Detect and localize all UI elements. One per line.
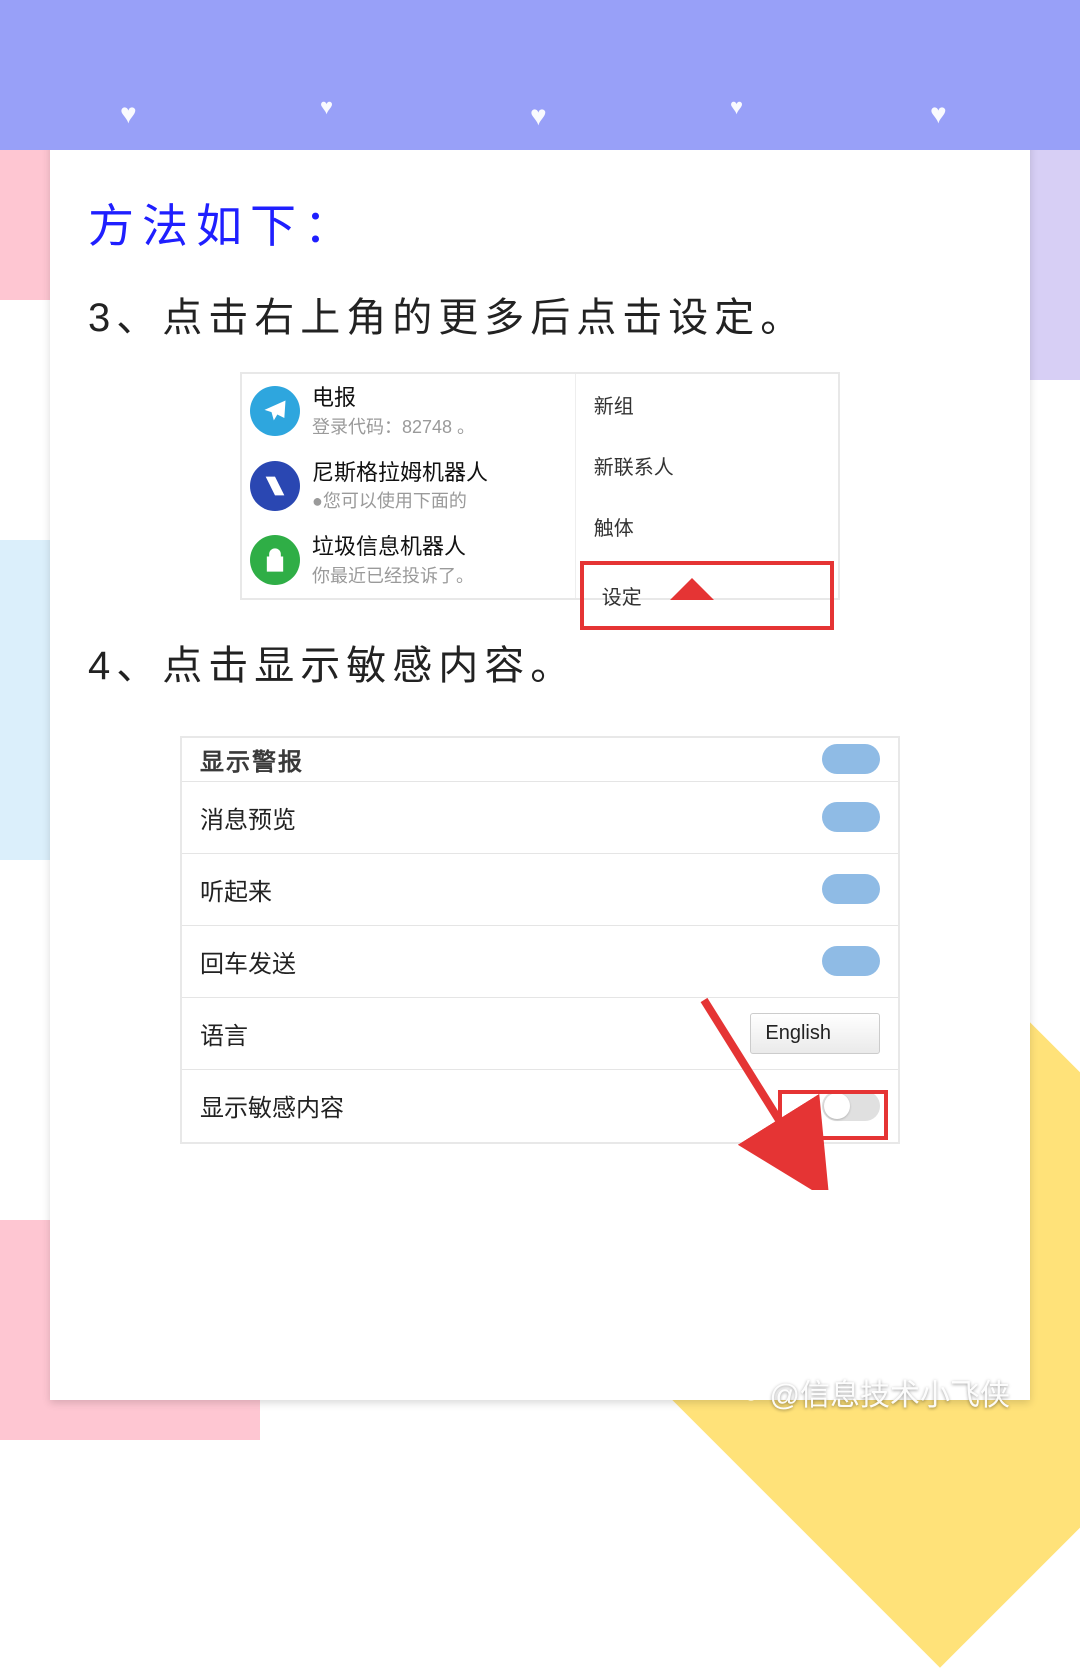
chat-item[interactable]: 电报 登录代码：82748 。 [242, 374, 575, 449]
chat-subtitle: 登录代码：82748 。 [312, 413, 475, 439]
heart-icon: ♥ [530, 100, 547, 132]
settings-label: 听起来 [200, 872, 272, 907]
dropdown-menu: 新组 新联系人 触体 设定 [576, 374, 838, 598]
screenshot-settings: 显示警报 消息预览 听起来 回车发送 语言 English 显示敏感内容 [180, 736, 900, 1144]
toggle-sound[interactable] [822, 874, 880, 904]
settings-label: 显示警报 [200, 742, 304, 777]
heart-icon: ♥ [120, 98, 137, 130]
settings-row-enter-send: 回车发送 [182, 926, 898, 998]
settings-row-preview: 消息预览 [182, 782, 898, 854]
bot-icon [250, 461, 300, 511]
telegram-icon [250, 386, 300, 436]
settings-label: 消息预览 [200, 800, 296, 835]
chat-subtitle: ●您可以使用下面的 [312, 487, 488, 513]
notebook-binding: ♥ ♥ ♥ ♥ ♥ [0, 0, 1080, 150]
step-3-text: 3、点击右上角的更多后点击设定。 [88, 288, 992, 348]
toggle-alerts[interactable] [822, 744, 880, 774]
chat-title: 电报 [312, 384, 475, 413]
spam-bot-icon [250, 535, 300, 585]
screenshot-chat-menu: 电报 登录代码：82748 。 尼斯格拉姆机器人 ●您可以使用下面的 垃圾信 [240, 372, 840, 600]
settings-row-language: 语言 English [182, 998, 898, 1070]
settings-label: 回车发送 [200, 944, 296, 979]
highlight-box-icon [778, 1090, 888, 1140]
settings-row-alerts: 显示警报 [182, 738, 898, 782]
menu-new-group[interactable]: 新组 [576, 374, 838, 435]
menu-new-contact[interactable]: 新联系人 [576, 435, 838, 496]
heart-icon: ♥ [930, 98, 947, 130]
watermark: @信息技术小飞侠 [738, 1370, 1010, 1414]
settings-row-sound: 听起来 [182, 854, 898, 926]
menu-contacts[interactable]: 触体 [576, 496, 838, 557]
heart-icon: ♥ [730, 94, 743, 120]
chat-subtitle: 你最近已经投诉了。 [312, 562, 474, 588]
chat-title: 尼斯格拉姆机器人 [312, 459, 488, 488]
step-4-text: 4、点击显示敏感内容。 [88, 636, 992, 696]
language-dropdown[interactable]: English [750, 1013, 880, 1054]
settings-label: 显示敏感内容 [200, 1088, 344, 1123]
chat-item[interactable]: 尼斯格拉姆机器人 ●您可以使用下面的 [242, 449, 575, 524]
watermark-text: @信息技术小飞侠 [770, 1370, 1010, 1414]
toggle-enter-send[interactable] [822, 946, 880, 976]
notebook-page: 方法如下： 3、点击右上角的更多后点击设定。 电报 登录代码：82748 。 尼… [50, 130, 1030, 1400]
chat-item[interactable]: 垃圾信息机器人 你最近已经投诉了。 [242, 523, 575, 598]
heart-icon: ♥ [320, 94, 333, 120]
toggle-preview[interactable] [822, 802, 880, 832]
highlight-arrow-icon [670, 578, 714, 600]
settings-label: 语言 [200, 1016, 248, 1051]
page-title: 方法如下： [88, 190, 992, 256]
chat-title: 垃圾信息机器人 [312, 533, 474, 562]
paw-icon [738, 1379, 764, 1405]
